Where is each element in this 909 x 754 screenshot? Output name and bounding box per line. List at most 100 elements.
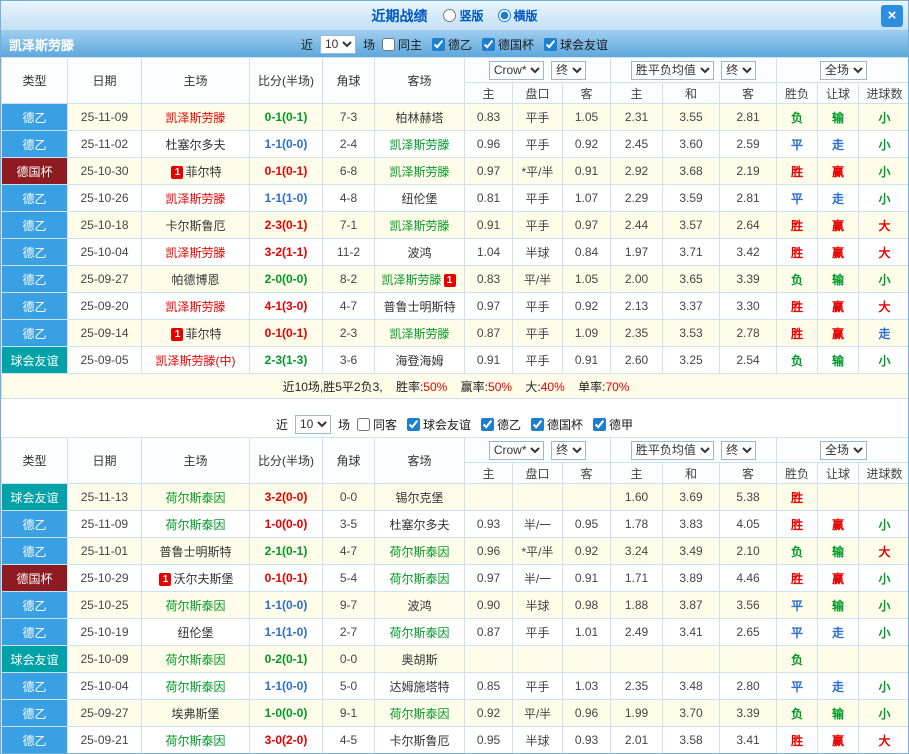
- red-card-badge: 1: [443, 273, 456, 287]
- asian-handicap-cell: 平手: [512, 184, 563, 212]
- odds-company-select[interactable]: Crow*: [488, 60, 544, 80]
- avg-away-odds-cell: 2.64: [719, 211, 778, 239]
- away-team-cell: 凯泽斯劳滕: [374, 211, 465, 239]
- near-label: 近: [300, 37, 313, 52]
- league-type-cell: 球会友谊: [1, 346, 68, 374]
- filter-checkbox[interactable]: 球会友谊: [544, 36, 608, 53]
- radio-vertical-input[interactable]: [443, 9, 457, 22]
- league-type-cell: 德乙: [1, 618, 68, 646]
- header-away: 客场: [374, 57, 465, 104]
- corner-score-cell: 6-8: [322, 157, 375, 185]
- away-team-cell: 凯泽斯劳滕: [374, 319, 465, 347]
- corner-score-cell: 5-0: [322, 672, 375, 700]
- match-row: 德乙 25-11-09 凯泽斯劳滕 0-1(0-1) 7-3 柏林赫塔 0.83 平手 1.05…: [1, 103, 908, 131]
- away-team-cell: 波鸿: [374, 591, 465, 619]
- away-team-cell: 奥胡斯: [374, 645, 465, 673]
- result-wdl-cell: 胜: [776, 483, 819, 511]
- subheader-goals-result: 进球数: [858, 82, 908, 104]
- team-name: 荷尔斯泰因: [389, 625, 450, 640]
- match-count-select[interactable]: 10: [319, 34, 356, 54]
- radio-vertical-layout[interactable]: 竖版: [443, 7, 484, 24]
- asian-handicap-cell: [512, 645, 563, 673]
- subheader-avg-home: 主: [610, 462, 664, 484]
- checkbox-input[interactable]: [406, 417, 420, 431]
- checkbox-input[interactable]: [481, 417, 494, 431]
- match-date-cell: 25-11-02: [67, 130, 142, 158]
- match-score-cell: 1-1(0-0): [249, 130, 323, 158]
- asian-away-odds-cell: 0.92: [561, 537, 612, 565]
- avg-away-odds-cell: 3.30: [719, 292, 778, 320]
- match-score-cell: 2-0(0-0): [249, 265, 323, 293]
- filter-checkbox[interactable]: 同客: [356, 416, 397, 433]
- radio-horizontal-input[interactable]: [497, 9, 511, 22]
- league-type-cell: 德乙: [1, 238, 68, 266]
- avg-final-select[interactable]: 终: [721, 60, 757, 80]
- checkbox-input[interactable]: [356, 417, 370, 431]
- odds-final-select[interactable]: 终: [551, 440, 587, 460]
- match-score-cell: 0-1(0-1): [249, 564, 323, 592]
- checkbox-input[interactable]: [381, 37, 395, 51]
- asian-handicap-cell: 平手: [512, 211, 563, 239]
- radio-horizontal-layout[interactable]: 横版: [497, 7, 538, 24]
- asian-home-odds-cell: [464, 483, 513, 511]
- filter-checkbox[interactable]: 球会友谊: [406, 416, 471, 433]
- away-team-cell: 普鲁士明斯特: [374, 292, 465, 320]
- match-count-select[interactable]: 10: [294, 414, 331, 434]
- close-icon[interactable]: ×: [881, 5, 903, 27]
- team-name: 凯泽斯劳滕: [165, 245, 226, 260]
- filter-checkbox[interactable]: 德国杯: [482, 36, 534, 53]
- match-score-cell: 1-0(0-0): [249, 510, 323, 538]
- header-type: 类型: [1, 437, 68, 484]
- corner-score-cell: 2-3: [322, 319, 375, 347]
- avg-odds-select[interactable]: 胜平负均值: [630, 60, 714, 80]
- result-goals-cell: 小: [858, 130, 908, 158]
- avg-draw-odds-cell: 3.87: [662, 591, 721, 619]
- team-name: 凯泽斯劳滕: [389, 164, 450, 179]
- filter-checkbox[interactable]: 德乙: [432, 36, 472, 53]
- asian-home-odds-cell: 0.87: [464, 319, 513, 347]
- league-type-cell: 德乙: [1, 265, 68, 293]
- asian-odds-header: Crow* 终: [463, 57, 612, 83]
- avg-home-odds-cell: 1.60: [610, 483, 664, 511]
- filter-checkbox[interactable]: 德乙: [481, 416, 521, 433]
- red-card-badge: 1: [171, 165, 184, 179]
- home-team-cell: 纽伦堡: [141, 618, 250, 646]
- avg-draw-odds-cell: 3.49: [662, 537, 721, 565]
- filter-checkbox[interactable]: 德甲: [593, 416, 633, 433]
- fulltime-select[interactable]: 全场: [820, 440, 868, 460]
- odds-company-select[interactable]: Crow*: [488, 440, 544, 460]
- team-name: 凯泽斯劳滕: [165, 191, 226, 206]
- filter-checkbox[interactable]: 同主: [381, 36, 422, 53]
- match-date-cell: 25-10-29: [67, 564, 142, 592]
- avg-draw-odds-cell: 3.70: [662, 699, 721, 727]
- checkbox-input[interactable]: [482, 37, 496, 51]
- asian-home-odds-cell: 0.87: [464, 618, 513, 646]
- result-goals-cell: 大: [858, 537, 908, 565]
- asian-away-odds-cell: [561, 483, 612, 511]
- checkbox-input[interactable]: [531, 417, 545, 431]
- result-goals-cell: 小: [858, 510, 908, 538]
- odds-final-select[interactable]: 终: [551, 60, 587, 80]
- result-handicap-cell: 赢: [817, 211, 860, 239]
- checkbox-input[interactable]: [544, 37, 558, 51]
- avg-draw-odds-cell: [662, 645, 721, 673]
- avg-odds-select[interactable]: 胜平负均值: [630, 440, 714, 460]
- subheader-avg-away: 客: [719, 462, 778, 484]
- league-type-cell: 球会友谊: [1, 483, 68, 511]
- avg-final-select[interactable]: 终: [721, 440, 757, 460]
- filter-checkbox[interactable]: 德国杯: [531, 416, 583, 433]
- summary-win-rate: 胜率:50%: [395, 379, 448, 394]
- team-name: 卡尔斯鲁厄: [165, 218, 226, 233]
- subheader-avg-draw: 和: [662, 462, 721, 484]
- fulltime-select[interactable]: 全场: [820, 60, 868, 80]
- asian-away-odds-cell: 0.92: [561, 130, 612, 158]
- checkbox-input[interactable]: [593, 417, 607, 431]
- subheader-asian-home: 主: [464, 462, 513, 484]
- checkbox-input[interactable]: [432, 37, 445, 51]
- asian-away-odds-cell: 1.05: [561, 265, 612, 293]
- home-team-cell: 凯泽斯劳滕: [141, 184, 250, 212]
- avg-home-odds-cell: 2.44: [610, 211, 664, 239]
- avg-draw-odds-cell: 3.41: [662, 618, 721, 646]
- match-row: 德乙 25-11-01 普鲁士明斯特 2-1(0-1) 4-7 荷尔斯泰因 0.96 *平/半…: [1, 537, 908, 565]
- summary-row: 近10场,胜5平2负3, 胜率:50% 赢率:50% 大:40% 单率:70%: [1, 373, 908, 399]
